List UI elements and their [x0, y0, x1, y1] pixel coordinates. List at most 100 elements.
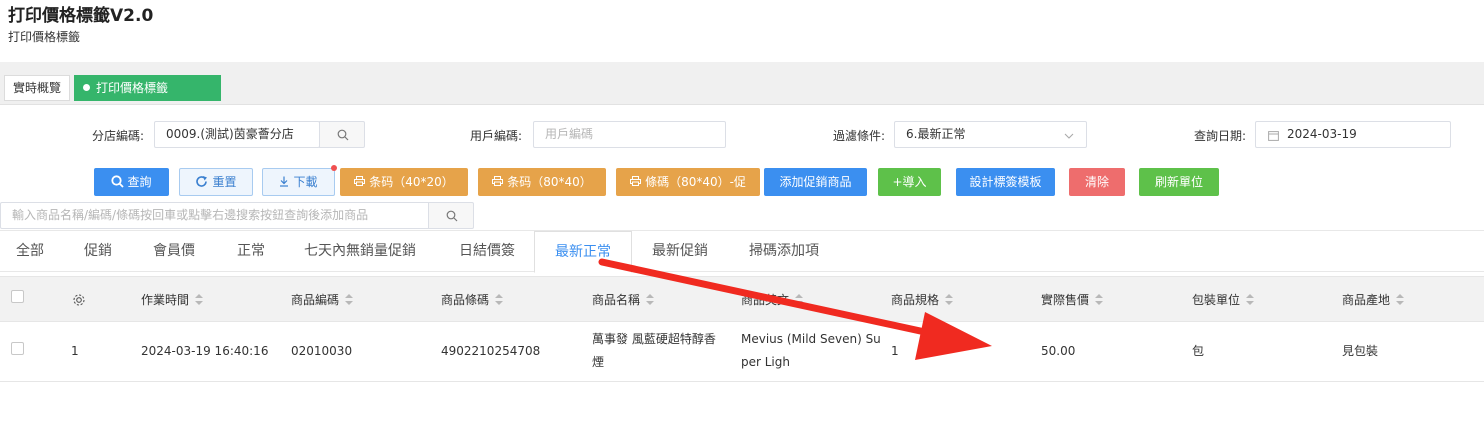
tab-label: 實時概覽 [13, 81, 62, 95]
col-header-label: 商品英文 [741, 293, 790, 307]
col-header-label: 實際售價 [1041, 293, 1090, 307]
page-header: 打印價格標籤V2.0 打印價格標籤 [8, 5, 153, 45]
query-button-label: 查詢 [127, 175, 152, 189]
tab-print-price-label[interactable]: 打印價格標籤V2.0 × [74, 75, 221, 119]
print-80x40-promo-label: 條碼（80*40）-促 [645, 175, 746, 189]
select-all-checkbox[interactable] [11, 290, 24, 303]
search-icon [446, 210, 458, 222]
cell-name: 萬事發 風藍硬超特醇香 煙 [592, 328, 716, 374]
refresh-icon [196, 175, 208, 187]
sort-icon[interactable] [795, 293, 804, 306]
page-subtitle: 打印價格標籤 [8, 30, 81, 44]
subtab-latest-promo[interactable]: 最新促銷 [636, 231, 724, 272]
cell-name-line: 煙 [592, 355, 605, 369]
cell-english-name: Mevius (Mild Seven) Su per Ligh [741, 328, 881, 374]
sort-icon[interactable] [495, 293, 504, 306]
query-date-value: 2024-03-19 [1287, 127, 1357, 141]
notification-dot [331, 165, 337, 171]
col-header-barcode[interactable]: 商品條碼 [441, 277, 504, 323]
col-header-name[interactable]: 商品名稱 [592, 277, 655, 323]
subtab-normal[interactable]: 正常 [222, 231, 280, 272]
user-code-input[interactable]: 用戶編碼 [533, 121, 726, 148]
filter-condition-value: 6.最新正常 [906, 127, 966, 141]
sort-icon[interactable] [646, 293, 655, 306]
query-button[interactable]: 查詢 [94, 168, 169, 196]
add-promo-button[interactable]: 添加促銷商品 [764, 168, 867, 196]
page: 打印價格標籤V2.0 打印價格標籤 實時概覽 打印價格標籤V2.0 × 分店編碼:… [0, 0, 1484, 433]
subtab-promo[interactable]: 促銷 [68, 231, 128, 272]
col-header-price[interactable]: 實際售價 [1041, 277, 1104, 323]
printer-icon [354, 176, 366, 186]
shop-code-input[interactable]: 0009.(測試)茵豪薈分店 [154, 121, 320, 148]
shop-search-button[interactable] [319, 121, 365, 148]
sort-icon[interactable] [195, 293, 204, 306]
import-button[interactable]: +導入 [878, 168, 941, 196]
reset-button-label: 重置 [212, 175, 237, 189]
print-40x20-label: 条码（40*20） [369, 175, 454, 189]
search-icon [111, 174, 125, 188]
product-search-input[interactable]: 輸入商品名稱/編碼/條碼按回車或點擊右邊搜索按鈕查詢後添加商品 [0, 202, 430, 229]
row-index: 1 [71, 344, 79, 358]
print-40x20-button[interactable]: 条码（40*20） [340, 168, 468, 196]
sort-icon[interactable] [945, 293, 954, 306]
chevron-down-icon [1064, 133, 1074, 139]
table-row[interactable]: 1 2024-03-19 16:40:16 02010030 490221025… [0, 322, 1484, 382]
calendar-icon [1268, 131, 1279, 141]
subtab-all[interactable]: 全部 [0, 231, 60, 272]
sort-icon[interactable] [1396, 293, 1405, 306]
row-checkbox[interactable] [11, 342, 24, 355]
cell-time: 2024-03-19 16:40:16 [141, 344, 269, 358]
print-80x40-button[interactable]: 条码（80*40） [478, 168, 606, 196]
print-80x40-label: 条码（80*40） [507, 175, 592, 189]
col-header-code[interactable]: 商品編碼 [291, 277, 354, 323]
col-header-label: 商品條碼 [441, 293, 490, 307]
cell-origin: 見包裝 [1342, 344, 1379, 358]
search-icon [337, 129, 349, 141]
query-date-input[interactable]: 2024-03-19 [1255, 121, 1451, 148]
tab-overview[interactable]: 實時概覽 [4, 75, 70, 101]
cell-barcode: 4902210254708 [441, 344, 541, 358]
subtab-scan-add[interactable]: 掃碼添加項 [734, 231, 834, 272]
cell-spec: 1 [891, 344, 899, 358]
subtab-daily-label[interactable]: 日結價簽 [444, 231, 530, 272]
col-header-spec[interactable]: 商品規格 [891, 277, 954, 323]
col-header-origin[interactable]: 商品產地 [1342, 277, 1405, 323]
col-header-label: 包裝單位 [1192, 293, 1241, 307]
refresh-unit-button[interactable]: 刷新單位 [1139, 168, 1219, 196]
gear-icon[interactable] [72, 293, 86, 307]
cell-english-line: Mevius (Mild Seven) Su [741, 332, 881, 346]
col-header-label: 商品編碼 [291, 293, 340, 307]
col-header-label: 商品規格 [891, 293, 940, 307]
page-title: 打印價格標籤V2.0 [8, 6, 154, 26]
design-template-button[interactable]: 設計標簽模板 [956, 168, 1055, 196]
product-search-button[interactable] [428, 202, 474, 229]
col-header-label: 作業時間 [141, 293, 190, 307]
shop-code-label: 分店編碼: [91, 129, 144, 143]
sort-icon[interactable] [1246, 293, 1255, 306]
subtab-latest-normal[interactable]: 最新正常 [534, 231, 632, 273]
cell-code: 02010030 [291, 344, 353, 358]
close-icon[interactable]: × [119, 108, 127, 119]
clear-button[interactable]: 清除 [1069, 168, 1125, 196]
table-header: 作業時間 商品編碼 商品條碼 商品名稱 商品英文 商品規格 實際售價 包裝單位 … [0, 276, 1484, 322]
download-button[interactable]: 下載 [262, 168, 335, 196]
filter-condition-select[interactable]: 6.最新正常 [894, 121, 1087, 148]
col-header-time[interactable]: 作業時間 [141, 277, 204, 323]
reset-button[interactable]: 重置 [179, 168, 253, 196]
cell-english-line: per Ligh [741, 355, 790, 369]
sort-icon[interactable] [1095, 293, 1104, 306]
print-80x40-promo-button[interactable]: 條碼（80*40）-促 [616, 168, 760, 196]
top-tab-bar: 實時概覽 打印價格標籤V2.0 × [0, 62, 1484, 119]
download-icon [280, 176, 289, 187]
col-header-unit[interactable]: 包裝單位 [1192, 277, 1255, 323]
query-date-label: 查詢日期: [1193, 129, 1246, 143]
user-code-label: 用戶編碼: [469, 129, 522, 143]
printer-icon [630, 176, 642, 186]
sort-icon[interactable] [345, 293, 354, 306]
cell-name-line: 萬事發 風藍硬超特醇香 [592, 332, 716, 346]
col-header-english-name[interactable]: 商品英文 [741, 277, 804, 323]
subtab-member-price[interactable]: 會員價 [138, 231, 210, 272]
active-dot-icon [83, 84, 90, 91]
subtab-no-sales-promo[interactable]: 七天內無銷量促銷 [290, 231, 430, 272]
col-header-label: 商品名稱 [592, 293, 641, 307]
